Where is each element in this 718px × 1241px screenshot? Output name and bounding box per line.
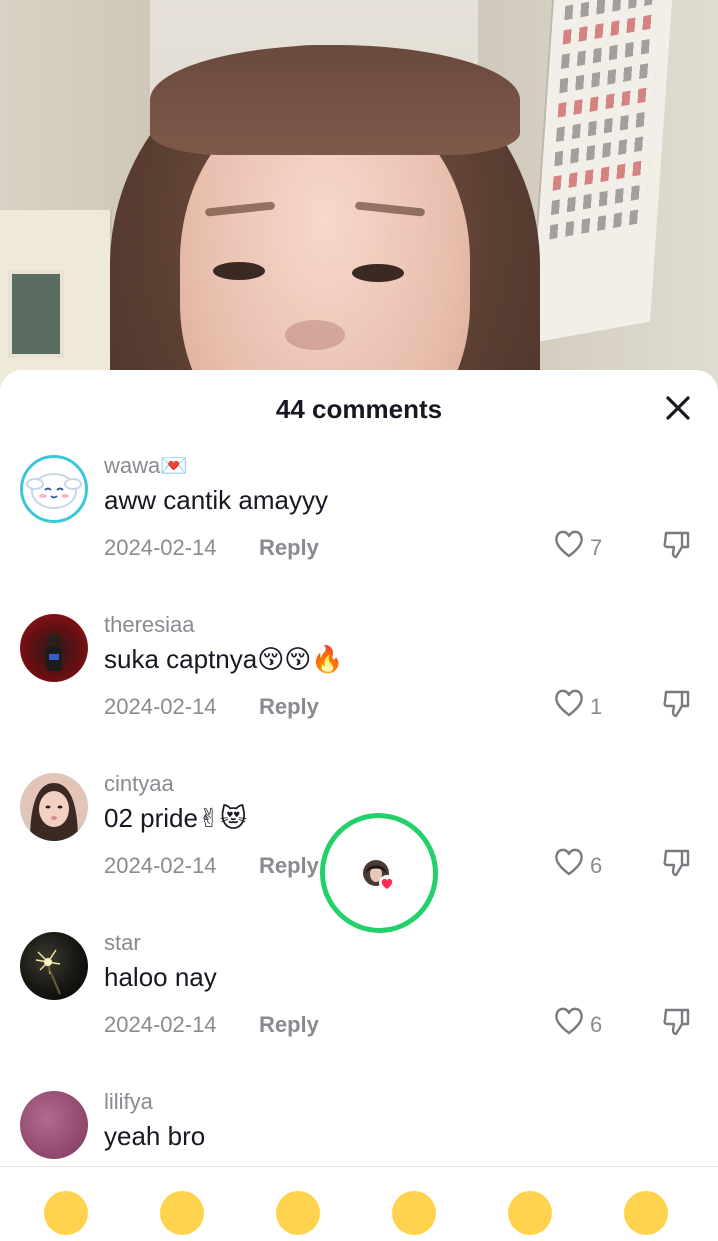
comment-username[interactable]: cintyaa [104, 771, 174, 797]
reply-button[interactable]: Reply [259, 1012, 319, 1038]
comment-item: star haloo nay 2024-02-14 Reply 6 [0, 930, 718, 1082]
thumbs-down-icon[interactable] [660, 1004, 694, 1038]
comment-username[interactable]: wawa💌 [104, 453, 188, 479]
emoji-quick-bar [0, 1166, 718, 1235]
reply-button[interactable]: Reply [259, 694, 319, 720]
comment-date: 2024-02-14 [104, 853, 217, 878]
heart-outline-icon[interactable] [552, 686, 586, 720]
emoji-icon[interactable] [508, 1191, 552, 1235]
like-count: 6 [590, 1012, 603, 1037]
nose [285, 320, 345, 350]
close-icon[interactable] [660, 390, 696, 426]
like-count: 1 [590, 694, 603, 719]
emoji-icon[interactable] [392, 1191, 436, 1235]
eye [352, 264, 404, 282]
avatar[interactable] [20, 455, 88, 523]
thumbs-down-icon[interactable] [660, 845, 694, 879]
heart-outline-icon[interactable] [552, 1004, 586, 1038]
emoji-icon[interactable] [276, 1191, 320, 1235]
comment-username[interactable]: star [104, 930, 141, 956]
heart-outline-icon[interactable] [552, 845, 586, 879]
avatar[interactable] [20, 773, 88, 841]
reply-button[interactable]: Reply [259, 535, 319, 561]
comments-count-title: 44 comments [275, 394, 443, 424]
comment-text: suka captnya😚😚🔥 [104, 644, 344, 674]
like-count: 7 [590, 535, 603, 560]
thumbs-down-icon[interactable] [660, 527, 694, 561]
avatar[interactable] [20, 1091, 88, 1159]
comment-username[interactable]: theresiaa [104, 612, 195, 638]
emoji-icon[interactable] [624, 1191, 668, 1235]
comment-item: cintyaa 02 pride✌😻 2024-02-14 Reply 6 [0, 771, 718, 944]
like-count: 6 [590, 853, 603, 878]
video-background [0, 0, 718, 420]
comment-username[interactable]: lilifya [104, 1089, 153, 1115]
comment-item: theresiaa suka captnya😚😚🔥 2024-02-14 Rep… [0, 612, 718, 764]
eye [213, 262, 265, 280]
highlight-annotation [308, 802, 450, 944]
comment-text: yeah bro [104, 1121, 206, 1151]
comment-text: aww cantik amayyy [104, 485, 328, 515]
comment-text: 02 pride✌😻 [104, 803, 247, 833]
person-bangs [150, 45, 520, 155]
avatar[interactable] [20, 932, 88, 1000]
comment-date: 2024-02-14 [104, 1012, 217, 1037]
avatar[interactable] [20, 614, 88, 682]
heart-outline-icon[interactable] [552, 527, 586, 561]
thumbs-down-icon[interactable] [660, 686, 694, 720]
comment-date: 2024-02-14 [104, 694, 217, 719]
emoji-icon[interactable] [160, 1191, 204, 1235]
comment-text: haloo nay [104, 962, 217, 992]
comment-date: 2024-02-14 [104, 535, 217, 560]
reply-button[interactable]: Reply [259, 853, 319, 879]
wall-calendar [528, 0, 674, 344]
comment-item: wawa💌 aww cantik amayyy 2024-02-14 Reply… [0, 453, 718, 605]
emoji-icon[interactable] [44, 1191, 88, 1235]
